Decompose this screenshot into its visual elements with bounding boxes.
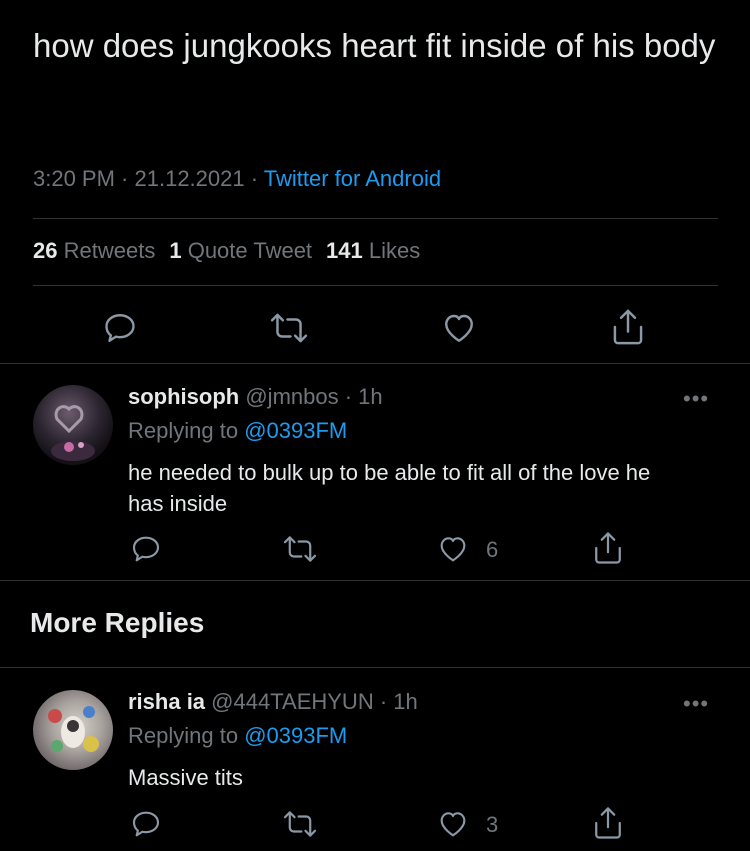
more-replies-heading: More Replies	[30, 607, 205, 638]
tweet-source-link[interactable]: Twitter for Android	[264, 166, 441, 191]
reply-text: Massive tits	[128, 765, 243, 790]
replying-to-line: Replying to @0393FM	[128, 723, 348, 748]
avatar-image	[48, 706, 99, 752]
tweet-time: 3:20 PM	[33, 166, 115, 191]
heart-icon[interactable]	[440, 310, 478, 346]
like-count: 3	[486, 812, 499, 837]
reply-time: · 1h	[338, 384, 383, 409]
divider	[0, 580, 750, 581]
avatar-image	[51, 405, 95, 461]
author-name[interactable]: sophisoph	[128, 384, 239, 409]
quote-tweets-stat[interactable]: 1 Quote Tweet	[169, 238, 312, 263]
author-handle[interactable]: @444TAEHYUN	[211, 689, 374, 714]
author-name[interactable]: risha ia	[128, 689, 205, 714]
likes-stat[interactable]: 141 Likes	[326, 238, 420, 263]
divider	[33, 218, 718, 219]
more-icon[interactable]: •••	[683, 691, 709, 717]
reply-text: he needed to bulk up to be able to fit a…	[128, 460, 651, 516]
like-count: 6	[486, 537, 499, 562]
retweet-icon[interactable]	[269, 311, 309, 345]
heart-icon[interactable]	[436, 533, 470, 565]
divider	[0, 667, 750, 668]
replying-to-line: Replying to @0393FM	[128, 418, 348, 443]
more-icon[interactable]: •••	[683, 386, 709, 412]
retweet-icon[interactable]	[282, 534, 318, 564]
reply-icon[interactable]	[101, 310, 139, 346]
author-handle[interactable]: @jmnbos	[245, 384, 338, 409]
replying-to-handle[interactable]: @0393FM	[244, 418, 347, 443]
tweet-date: 21.12.2021	[134, 166, 245, 191]
divider	[33, 285, 718, 286]
reply-author-line: sophisoph @jmnbos · 1h	[128, 384, 383, 410]
tweet-meta: 3:20 PM · 21.12.2021 · Twitter for Andro…	[33, 166, 442, 191]
avatar[interactable]	[33, 385, 113, 465]
reply-icon[interactable]	[129, 808, 163, 840]
reply-author-line: risha ia @444TAEHYUN · 1h	[128, 689, 418, 715]
avatar[interactable]	[33, 690, 113, 770]
retweet-icon[interactable]	[282, 809, 318, 839]
retweets-stat[interactable]: 26 Retweets	[33, 238, 155, 263]
replying-to-handle[interactable]: @0393FM	[244, 723, 347, 748]
reply-icon[interactable]	[129, 533, 163, 565]
tweet-text: how does jungkooks heart fit inside of h…	[33, 27, 716, 64]
reply-time: · 1h	[373, 689, 418, 714]
heart-icon[interactable]	[436, 808, 470, 840]
divider	[0, 363, 750, 364]
tweet-stats: 26 Retweets 1 Quote Tweet 141 Likes	[33, 238, 420, 264]
share-icon[interactable]	[591, 805, 625, 841]
share-icon[interactable]	[609, 307, 647, 347]
share-icon[interactable]	[591, 530, 625, 566]
